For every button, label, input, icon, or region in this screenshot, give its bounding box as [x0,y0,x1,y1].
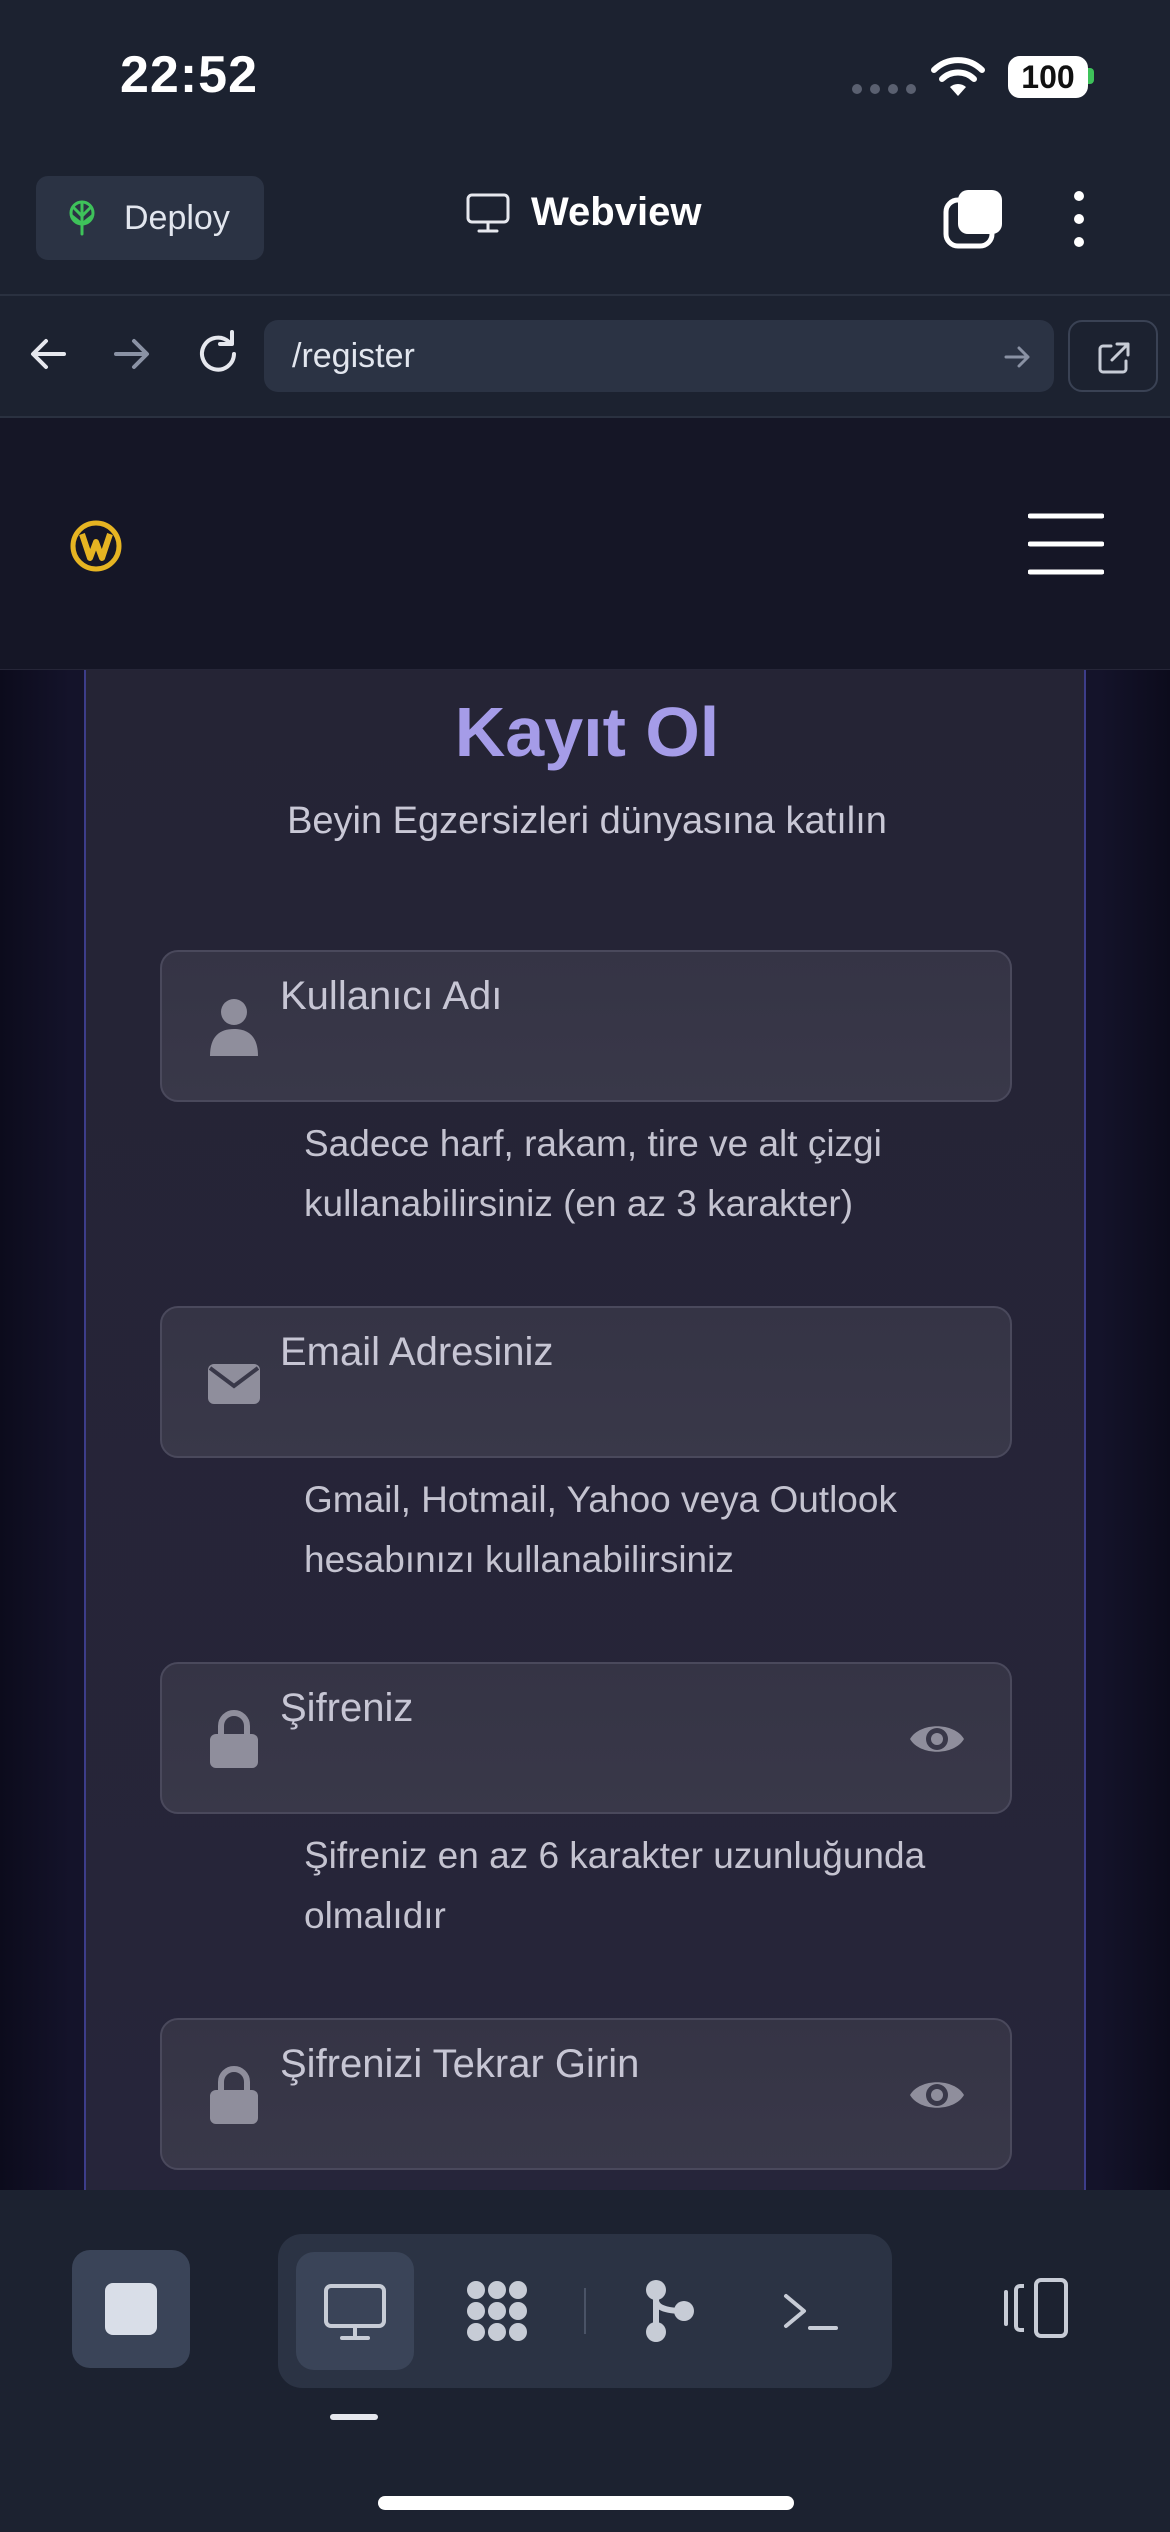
stop-icon [105,2283,157,2335]
envelope-icon [208,1364,260,1404]
tool-group [278,2234,892,2388]
stop-button[interactable] [72,2250,190,2368]
wifi-icon [931,57,985,96]
deploy-icon [69,200,95,236]
battery-tip [1088,68,1094,84]
username-hint: Sadece harf, rakam, tire ve alt çizgi ku… [304,1123,882,1224]
lock-icon [210,1710,258,1768]
battery-indicator: 100 [1008,56,1088,98]
site-logo[interactable] [68,518,124,574]
url-text: /register [292,337,415,375]
app-toolbar: Deploy Webview [0,160,1170,294]
password-field[interactable]: Şifreniz [160,1662,1012,1814]
back-arrow-icon[interactable] [26,332,70,376]
active-tool-indicator [330,2414,378,2420]
page-subtitle: Beyin Egzersizleri dünyasına katılın [287,800,887,842]
page-title: Kayıt Ol [454,693,720,771]
lock-icon [210,2066,258,2124]
webview-title-label: Webview [531,190,702,234]
username-placeholder: Kullanıcı Adı [280,974,503,1018]
site-header [0,418,1170,670]
deploy-label: Deploy [124,198,230,237]
cellular-signal-icon [852,84,916,94]
tool-terminal[interactable] [752,2252,870,2370]
username-field[interactable]: Kullanıcı Adı [160,950,1012,1102]
confirm-password-field[interactable]: Şifrenizi Tekrar Girin [160,2018,1012,2170]
status-time: 22:52 [120,46,258,104]
external-link-icon [1098,342,1130,374]
reload-icon[interactable] [192,328,244,380]
hamburger-menu-icon[interactable] [1028,512,1104,576]
webview-content: Kayıt Ol Beyin Egzersizleri dünyasına ka… [0,418,1170,2190]
go-arrow-icon[interactable] [1002,342,1032,372]
eye-icon[interactable] [908,1714,966,1764]
status-bar: 22:52 100 [0,0,1170,160]
terminal-icon [784,2294,838,2330]
tool-git[interactable] [610,2252,728,2370]
password-hint: Şifreniz en az 6 karakter uzunluğunda ol… [304,1835,926,1936]
bottom-dock [0,2190,1170,2532]
panel-toggle-icon[interactable] [1000,2270,1076,2346]
eye-icon[interactable] [908,2070,966,2120]
open-external-button[interactable] [1068,320,1158,392]
apps-grid-icon [467,2281,527,2341]
deploy-button[interactable]: Deploy [36,176,264,260]
tabs-icon[interactable] [940,186,1006,252]
more-options-icon[interactable] [1064,186,1094,252]
git-icon [646,2280,694,2342]
email-hint: Gmail, Hotmail, Yahoo veya Outlook hesab… [304,1479,897,1580]
webview-icon [324,2284,386,2340]
email-placeholder: Email Adresiniz [280,1330,554,1374]
password-placeholder: Şifreniz [280,1686,414,1730]
url-bar: /register [0,294,1170,418]
webview-title: Webview [465,190,701,235]
monitor-icon [466,193,510,232]
tool-separator [584,2288,586,2334]
forward-arrow-icon[interactable] [110,332,154,376]
tool-apps[interactable] [438,2252,556,2370]
url-input[interactable]: /register [264,320,1054,392]
register-card: Kayıt Ol Beyin Egzersizleri dünyasına ka… [84,670,1086,2190]
confirm-password-placeholder: Şifrenizi Tekrar Girin [280,2042,640,2086]
tool-webview[interactable] [296,2252,414,2370]
home-indicator[interactable] [378,2496,794,2510]
email-field[interactable]: Email Adresiniz [160,1306,1012,1458]
user-icon [210,999,258,1056]
